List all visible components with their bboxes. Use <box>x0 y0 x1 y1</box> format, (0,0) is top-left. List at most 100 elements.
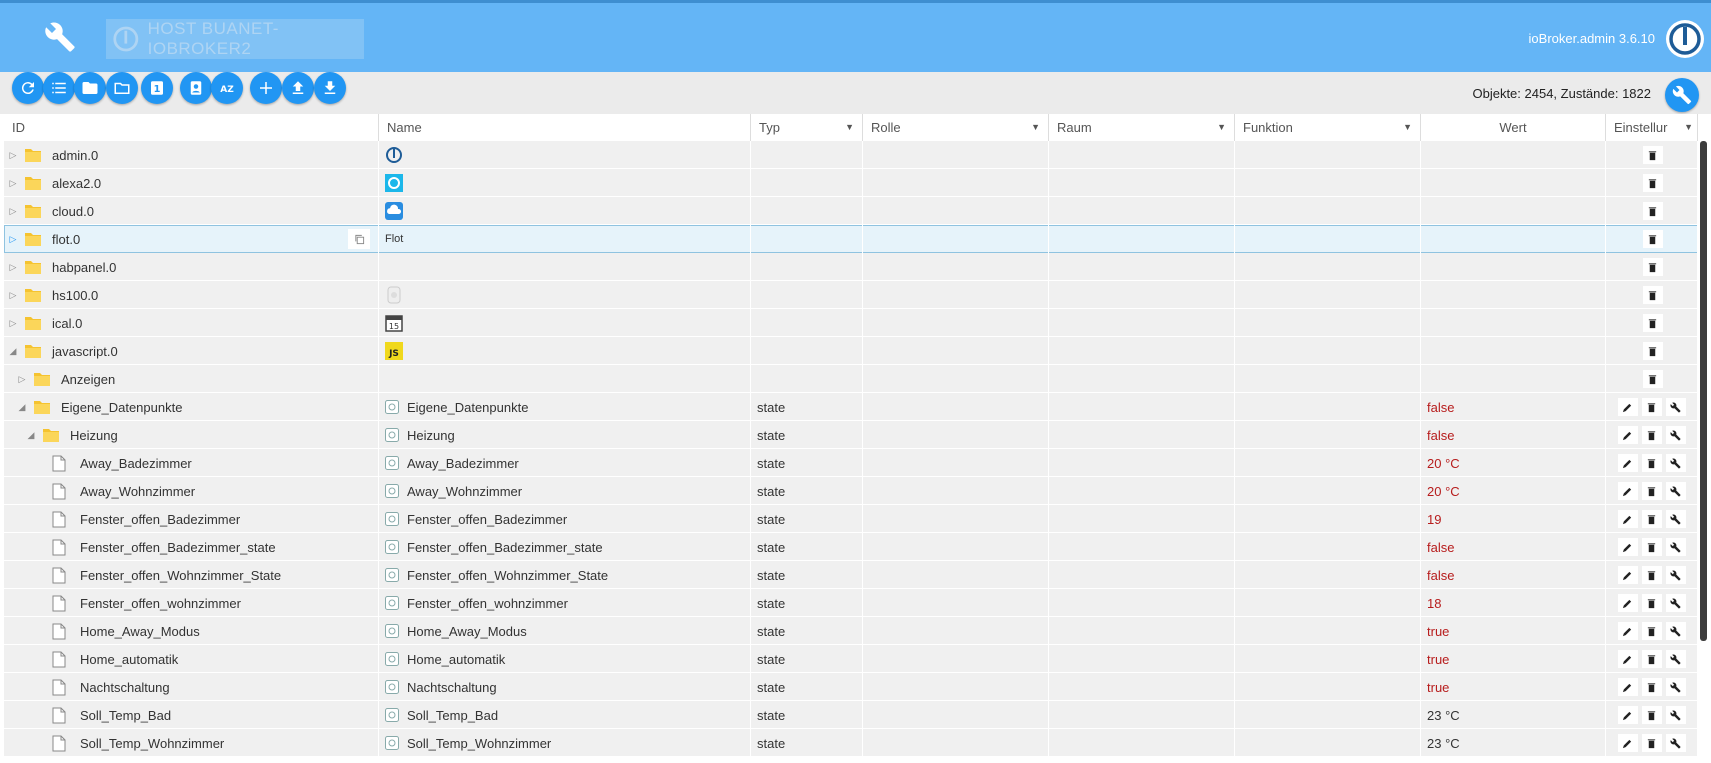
table-row[interactable]: Home_automatik Home_automatik state true <box>4 645 1698 673</box>
cell-id[interactable]: ◢ Heizung <box>4 421 379 449</box>
delete-button[interactable] <box>1642 258 1663 276</box>
expanded-triangle-icon[interactable]: ◢ <box>17 402 27 413</box>
column-header-typ[interactable]: Typ ▼ <box>751 114 863 141</box>
delete-button[interactable] <box>1642 230 1663 248</box>
delete-button[interactable] <box>1642 174 1663 192</box>
delete-button[interactable] <box>1641 398 1662 416</box>
column-header-name[interactable]: Name <box>379 114 751 141</box>
cell-id[interactable]: Home_Away_Modus <box>4 617 379 645</box>
delete-button[interactable] <box>1641 566 1662 584</box>
edit-button[interactable] <box>1617 622 1638 640</box>
table-row[interactable]: Home_Away_Modus Home_Away_Modus state true <box>4 617 1698 645</box>
table-row[interactable]: ▷ admin.0 <box>4 141 1698 169</box>
cell-wert[interactable]: true <box>1421 617 1606 645</box>
edit-button[interactable] <box>1617 734 1638 752</box>
refresh-button[interactable] <box>12 72 44 104</box>
delete-button[interactable] <box>1641 510 1662 528</box>
table-row[interactable]: ▷ habpanel.0 <box>4 253 1698 281</box>
delete-button[interactable] <box>1642 202 1663 220</box>
delete-button[interactable] <box>1642 146 1663 164</box>
filter-caret-icon[interactable]: ▼ <box>1217 114 1226 141</box>
table-row[interactable]: ◢ javascript.0 JS <box>4 337 1698 365</box>
edit-button[interactable] <box>1617 510 1638 528</box>
delete-button[interactable] <box>1641 538 1662 556</box>
custom-settings-button[interactable] <box>1665 594 1686 612</box>
table-row[interactable]: Nachtschaltung Nachtschaltung state true <box>4 673 1698 701</box>
vertical-scrollbar[interactable] <box>1700 141 1707 641</box>
custom-settings-button[interactable] <box>1665 454 1686 472</box>
cell-id[interactable]: Nachtschaltung <box>4 673 379 701</box>
cell-wert[interactable]: 23 °C <box>1421 701 1606 729</box>
cell-wert[interactable]: false <box>1421 533 1606 561</box>
collapse-all-button[interactable] <box>74 72 106 104</box>
cell-wert[interactable] <box>1421 337 1606 365</box>
cell-wert[interactable] <box>1421 309 1606 337</box>
cell-wert[interactable]: true <box>1421 645 1606 673</box>
edit-button[interactable] <box>1617 398 1638 416</box>
delete-button[interactable] <box>1641 622 1662 640</box>
cell-wert[interactable]: 23 °C <box>1421 729 1606 757</box>
collapsed-triangle-icon[interactable]: ▷ <box>8 318 18 329</box>
column-header-rolle[interactable]: Rolle ▼ <box>863 114 1049 141</box>
collapsed-triangle-icon[interactable]: ▷ <box>8 234 18 245</box>
cell-id[interactable]: ▷ admin.0 <box>4 141 379 169</box>
filter-caret-icon[interactable]: ▼ <box>1403 114 1412 141</box>
delete-button[interactable] <box>1641 650 1662 668</box>
collapsed-triangle-icon[interactable]: ▷ <box>8 150 18 161</box>
collapsed-triangle-icon[interactable]: ▷ <box>8 178 18 189</box>
table-row[interactable]: ▷ Anzeigen <box>4 365 1698 393</box>
custom-settings-button[interactable] <box>1665 566 1686 584</box>
edit-button[interactable] <box>1617 594 1638 612</box>
expanded-triangle-icon[interactable]: ◢ <box>8 346 18 357</box>
delete-button[interactable] <box>1641 678 1662 696</box>
host-selector[interactable]: HOST BUANET-IOBROKER2 <box>106 19 364 59</box>
expert-mode-button[interactable] <box>180 72 212 104</box>
column-header-id[interactable]: ID <box>4 114 379 141</box>
custom-settings-button[interactable] <box>1665 510 1686 528</box>
collapsed-triangle-icon[interactable]: ▷ <box>8 206 18 217</box>
collapsed-triangle-icon[interactable]: ▷ <box>8 262 18 273</box>
delete-button[interactable] <box>1641 734 1662 752</box>
edit-button[interactable] <box>1617 650 1638 668</box>
delete-button[interactable] <box>1641 706 1662 724</box>
delete-button[interactable] <box>1642 370 1663 388</box>
custom-settings-button[interactable] <box>1665 426 1686 444</box>
list-view-button[interactable] <box>43 72 75 104</box>
upload-button[interactable] <box>282 72 314 104</box>
custom-settings-button[interactable] <box>1665 650 1686 668</box>
delete-button[interactable] <box>1642 286 1663 304</box>
delete-button[interactable] <box>1641 426 1662 444</box>
custom-settings-button[interactable] <box>1665 482 1686 500</box>
cell-id[interactable]: ◢ javascript.0 <box>4 337 379 365</box>
cell-id[interactable]: ▷ cloud.0 <box>4 197 379 225</box>
cell-id[interactable]: ▷ alexa2.0 <box>4 169 379 197</box>
cell-id[interactable]: Home_automatik <box>4 645 379 673</box>
cell-id[interactable]: Soll_Temp_Bad <box>4 701 379 729</box>
edit-button[interactable] <box>1617 482 1638 500</box>
custom-settings-button[interactable] <box>1665 706 1686 724</box>
cell-wert[interactable]: 20 °C <box>1421 477 1606 505</box>
cell-id[interactable]: Fenster_offen_Badezimmer <box>4 505 379 533</box>
cell-id[interactable]: ▷ hs100.0 <box>4 281 379 309</box>
table-row[interactable]: Away_Wohnzimmer Away_Wohnzimmer state 20 °C <box>4 477 1698 505</box>
edit-button[interactable] <box>1617 566 1638 584</box>
cell-id[interactable]: Fenster_offen_Wohnzimmer_State <box>4 561 379 589</box>
copy-id-button[interactable] <box>348 229 370 249</box>
cell-id[interactable]: ▷ habpanel.0 <box>4 253 379 281</box>
collapsed-triangle-icon[interactable]: ▷ <box>17 374 27 385</box>
table-row[interactable]: ▷ ical.0 15 <box>4 309 1698 337</box>
table-row[interactable]: Fenster_offen_Badezimmer_state Fenster_of… <box>4 533 1698 561</box>
table-row[interactable]: Soll_Temp_Wohnzimmer Soll_Temp_Wohnzimmer… <box>4 729 1698 757</box>
edit-button[interactable] <box>1617 678 1638 696</box>
delete-button[interactable] <box>1642 314 1663 332</box>
delete-button[interactable] <box>1641 482 1662 500</box>
column-header-einstellungen[interactable]: Einstellur ▼ <box>1606 114 1698 141</box>
table-row[interactable]: Fenster_offen_Wohnzimmer_State Fenster_of… <box>4 561 1698 589</box>
expand-all-button[interactable] <box>106 72 138 104</box>
custom-settings-button[interactable] <box>1665 622 1686 640</box>
edit-button[interactable] <box>1617 426 1638 444</box>
expand-level-button[interactable]: 1 <box>141 72 173 104</box>
cell-id[interactable]: Fenster_offen_Badezimmer_state <box>4 533 379 561</box>
custom-settings-button[interactable] <box>1665 678 1686 696</box>
cell-wert[interactable]: 20 °C <box>1421 449 1606 477</box>
